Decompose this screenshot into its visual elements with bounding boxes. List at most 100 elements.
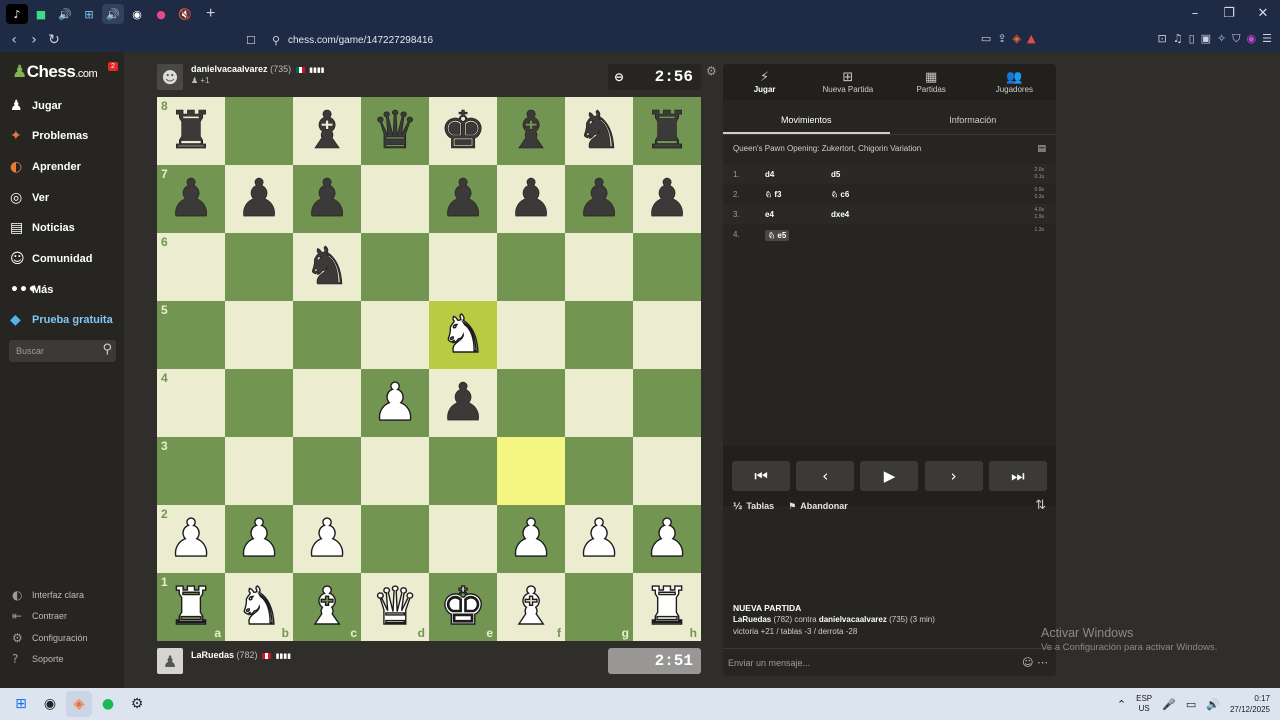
back-icon[interactable]: ‹ [4, 32, 24, 48]
white-bishop-icon[interactable]: ♝ [507, 580, 555, 633]
app-icon[interactable]: ◉ [37, 691, 63, 717]
square-g7[interactable]: ♟ [565, 165, 633, 233]
square-h4[interactable] [633, 369, 701, 437]
square-e8[interactable]: ♚ [429, 97, 497, 165]
square-g8[interactable]: ♞ [565, 97, 633, 165]
square-f8[interactable]: ♝ [497, 97, 565, 165]
sidebar-footer-settings[interactable]: ⚙ Configuración [12, 631, 88, 645]
last-move-button[interactable]: ⏭ [988, 461, 1047, 491]
browser-tab[interactable]: 🔊 [54, 4, 76, 24]
square-c3[interactable] [293, 437, 361, 505]
black-move[interactable]: dxe4 [831, 210, 849, 219]
next-move-button[interactable]: › [924, 461, 983, 491]
draw-button[interactable]: ½ Tablas [733, 501, 774, 512]
new-game-player1[interactable]: LaRuedas [733, 615, 771, 624]
square-f1[interactable]: f ♝ [497, 573, 565, 641]
wallet-icon[interactable]: ▣ [1201, 32, 1211, 46]
tab-movimientos[interactable]: Movimientos [723, 108, 890, 134]
square-h2[interactable]: ♟ [633, 505, 701, 573]
black-pawn-icon[interactable]: ♟ [439, 377, 486, 430]
language-indicator[interactable]: ESP US [1136, 694, 1152, 714]
sidebar-item-más[interactable]: ••• Más [10, 280, 53, 300]
avatar[interactable]: ♟ [157, 648, 183, 674]
black-bishop-icon[interactable]: ♝ [507, 105, 554, 158]
square-g3[interactable] [565, 437, 633, 505]
white-rook-icon[interactable]: ♜ [167, 580, 215, 633]
square-c8[interactable]: ♝ [293, 97, 361, 165]
square-e1[interactable]: e ♚ [429, 573, 497, 641]
chess-logo[interactable]: ♟Chess.com [12, 62, 98, 82]
browser-tab[interactable]: 🔊 [102, 4, 124, 24]
emoji-icon[interactable]: ☺ ⋯ [1022, 656, 1048, 669]
square-b5[interactable] [225, 301, 293, 369]
tab-search-icon[interactable]: ⊡ [1157, 32, 1166, 46]
square-f6[interactable] [497, 233, 565, 301]
square-g6[interactable] [565, 233, 633, 301]
bottom-player-name[interactable]: LaRuedas [191, 650, 234, 660]
resign-button[interactable]: ⚑ Abandonar [788, 501, 848, 512]
minimize-button[interactable]: – [1178, 0, 1212, 28]
square-f2[interactable]: ♟ [497, 505, 565, 573]
black-move[interactable]: ♘ c6 [831, 190, 849, 199]
square-e7[interactable]: ♟ [429, 165, 497, 233]
square-a5[interactable]: 5 [157, 301, 225, 369]
square-d2[interactable] [361, 505, 429, 573]
shield-icon[interactable]: ◈ [1013, 32, 1021, 46]
black-pawn-icon[interactable]: ♟ [439, 173, 486, 226]
square-c4[interactable] [293, 369, 361, 437]
share-icon[interactable]: ⇪ [997, 32, 1006, 46]
black-rook-icon[interactable]: ♜ [643, 105, 690, 158]
sidebar-item-aprender[interactable]: ◐ Aprender [10, 157, 81, 177]
new-game-player2[interactable]: danielvacaalvarez [819, 615, 887, 624]
browser-tab[interactable]: 🔇 [174, 4, 196, 24]
bookmark-icon[interactable]: ☐ [246, 34, 262, 47]
menu-icon[interactable]: ☰ [1262, 32, 1272, 46]
white-pawn-icon[interactable]: ♟ [235, 512, 283, 565]
square-a4[interactable]: 4 [157, 369, 225, 437]
square-a3[interactable]: 3 [157, 437, 225, 505]
white-pawn-icon[interactable]: ♟ [507, 512, 555, 565]
square-h1[interactable]: h ♜ [633, 573, 701, 641]
board-settings-icon[interactable]: ⚙ [706, 64, 717, 78]
microphone-icon[interactable]: 🎤 [1162, 698, 1176, 711]
black-pawn-icon[interactable]: ♟ [235, 173, 282, 226]
close-window-button[interactable]: ✕ [1246, 0, 1280, 28]
square-a6[interactable]: 6 [157, 233, 225, 301]
square-d3[interactable] [361, 437, 429, 505]
square-c6[interactable]: ♞ [293, 233, 361, 301]
black-bishop-icon[interactable]: ♝ [303, 105, 350, 158]
sidebar-item-noticias[interactable]: ▤ Noticias [10, 218, 75, 238]
white-move[interactable]: ♘ e5 [765, 230, 790, 241]
spotify-icon[interactable]: ● [95, 691, 121, 717]
square-f4[interactable] [497, 369, 565, 437]
url-text[interactable]: chess.com/game/147227298416 [288, 35, 433, 46]
square-e6[interactable] [429, 233, 497, 301]
black-knight-icon[interactable]: ♞ [303, 241, 350, 294]
tab-partidas[interactable]: ▦ Partidas [890, 64, 973, 100]
volume-icon[interactable]: 🔊 [1206, 698, 1220, 711]
white-move[interactable]: ♘ f3 [765, 190, 782, 199]
square-d4[interactable]: ♟ [361, 369, 429, 437]
square-f5[interactable] [497, 301, 565, 369]
square-f3[interactable] [497, 437, 565, 505]
square-b1[interactable]: b ♞ [225, 573, 293, 641]
book-icon[interactable]: ▤ [1037, 144, 1046, 154]
square-g1[interactable]: g [565, 573, 633, 641]
white-move[interactable]: e4 [765, 210, 774, 219]
white-knight-icon[interactable]: ♞ [235, 580, 283, 633]
sidebar-item-problemas[interactable]: ✦ Problemas [10, 126, 88, 146]
square-b3[interactable] [225, 437, 293, 505]
new-tab-button[interactable]: + [206, 5, 215, 23]
media-icon[interactable]: ♫ [1173, 32, 1183, 46]
square-c2[interactable]: ♟ [293, 505, 361, 573]
search-input[interactable]: Buscar ⚲ [9, 340, 116, 362]
sidebar-item-ver[interactable]: ◎ Ver [10, 188, 49, 208]
system-clock[interactable]: 0:17 27/12/2025 [1230, 693, 1270, 715]
white-king-icon[interactable]: ♚ [439, 580, 487, 633]
square-h8[interactable]: ♜ [633, 97, 701, 165]
black-knight-icon[interactable]: ♞ [575, 105, 622, 158]
white-queen-icon[interactable]: ♛ [371, 580, 419, 633]
black-pawn-icon[interactable]: ♟ [643, 173, 690, 226]
browser-tab[interactable]: ■ [30, 4, 52, 24]
browser-tab[interactable]: ◉ [126, 4, 148, 24]
